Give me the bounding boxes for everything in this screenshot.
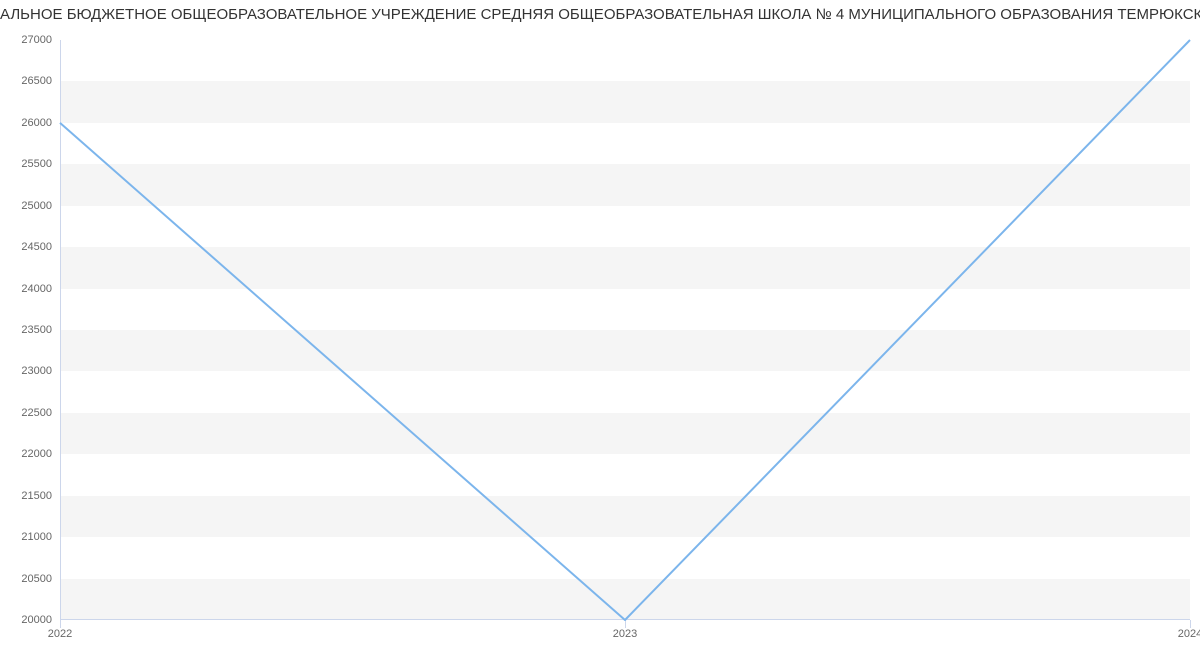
x-axis-tick xyxy=(625,620,626,628)
x-axis-tick xyxy=(1190,620,1191,628)
line-chart: АЛЬНОЕ БЮДЖЕТНОЕ ОБЩЕОБРАЗОВАТЕЛЬНОЕ УЧР… xyxy=(0,0,1200,650)
y-axis-tick-label: 21000 xyxy=(21,531,52,543)
x-axis-tick-label: 2024 xyxy=(1178,628,1200,640)
y-axis-tick-label: 22000 xyxy=(21,448,52,460)
x-axis-tick-label: 2023 xyxy=(613,628,637,640)
x-axis-tick-label: 2022 xyxy=(48,628,72,640)
y-axis-tick-label: 27000 xyxy=(21,34,52,46)
y-axis-tick-label: 21500 xyxy=(21,490,52,502)
x-axis-tick xyxy=(60,620,61,628)
y-axis-tick-label: 25000 xyxy=(21,200,52,212)
y-axis-tick-label: 24500 xyxy=(21,241,52,253)
plot-area: 2000020500210002150022000225002300023500… xyxy=(60,40,1190,620)
y-axis-tick-label: 23500 xyxy=(21,324,52,336)
y-axis-tick-label: 20000 xyxy=(21,614,52,626)
y-axis-tick-label: 25500 xyxy=(21,158,52,170)
y-axis-tick-label: 26500 xyxy=(21,75,52,87)
line-series-svg xyxy=(60,40,1190,620)
y-axis-tick-label: 23000 xyxy=(21,365,52,377)
series-line xyxy=(60,40,1190,620)
chart-title: АЛЬНОЕ БЮДЖЕТНОЕ ОБЩЕОБРАЗОВАТЕЛЬНОЕ УЧР… xyxy=(0,6,1200,23)
y-axis-tick-label: 22500 xyxy=(21,407,52,419)
y-axis-tick-label: 20500 xyxy=(21,573,52,585)
y-axis-tick-label: 26000 xyxy=(21,117,52,129)
y-axis-tick-label: 24000 xyxy=(21,283,52,295)
